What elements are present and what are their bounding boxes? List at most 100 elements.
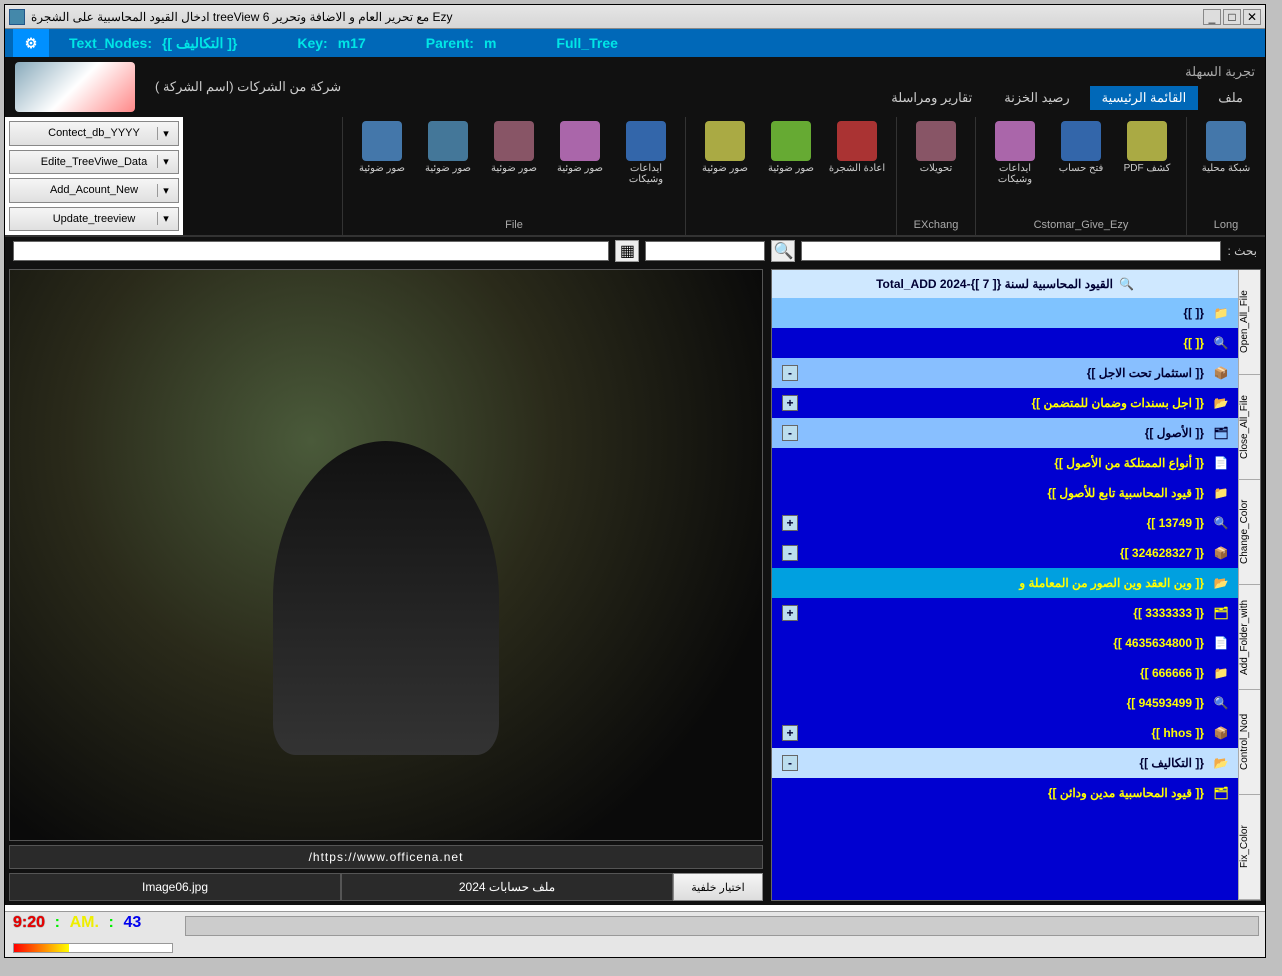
- vtab-1[interactable]: Close_All_File: [1239, 375, 1260, 480]
- search-button[interactable]: 🔍: [771, 240, 795, 262]
- full-tree-label[interactable]: Full_Tree: [556, 35, 617, 51]
- main-tab-1[interactable]: القائمة الرئيسية: [1090, 86, 1199, 110]
- logo-image: [15, 62, 135, 112]
- main-tab-3[interactable]: تقارير ومراسلة: [879, 86, 984, 110]
- tree-node-3[interactable]: 📂{[ اجل بسندات وضمان للمتضمن ]}+: [772, 388, 1238, 418]
- vtab-4[interactable]: Control_Nod: [1239, 690, 1260, 795]
- left-button-3[interactable]: Update_treeview: [9, 207, 179, 232]
- ribbon-item-4-1[interactable]: صور ضوئية: [551, 121, 609, 174]
- ribbon-item-1-1[interactable]: فتح حساب: [1052, 121, 1110, 174]
- ribbon-item-icon: [705, 121, 745, 161]
- tree-panel: Open_All_FileClose_All_FileChange_ColorA…: [771, 269, 1261, 901]
- main-tab-0[interactable]: ملف: [1206, 86, 1255, 110]
- folder-icon: 📁: [1210, 662, 1232, 684]
- ribbon-item-0-0[interactable]: شبكة محلية: [1197, 121, 1255, 174]
- vertical-tabs: Open_All_FileClose_All_FileChange_ColorA…: [1238, 270, 1260, 900]
- clock-sec: 43: [123, 914, 141, 931]
- tree-node-12[interactable]: 📁{[ 666666 ]}: [772, 658, 1238, 688]
- ribbon-item-3-1[interactable]: صور ضوئية: [762, 121, 820, 174]
- tree-node-8[interactable]: 📦{[ 324628327 ]}-: [772, 538, 1238, 568]
- ribbon-item-4-2[interactable]: صور ضوئية: [485, 121, 543, 174]
- tree-node-10[interactable]: 🗂{[ 3333333 ]}+: [772, 598, 1238, 628]
- tree-node-label: {[ hhos ]}: [798, 726, 1204, 740]
- tree-node-label: {[ الأصول ]}: [798, 426, 1204, 440]
- tree-toggle[interactable]: -: [782, 755, 798, 771]
- folder-icon: 📂: [1210, 392, 1232, 414]
- tree-node-label: {[ 13749 ]}: [798, 516, 1204, 530]
- clock-sep2: :: [109, 914, 114, 931]
- tree-node-16[interactable]: 🗂{[ قيود المحاسبية مدين ودائن ]}: [772, 778, 1238, 808]
- search-input-3[interactable]: [13, 241, 609, 261]
- minimize-button[interactable]: _: [1203, 9, 1221, 25]
- ribbon-item-icon: [916, 121, 956, 161]
- search-input-1[interactable]: [801, 241, 1221, 261]
- ribbon-item-1-2[interactable]: ايداعات وشيكات: [986, 121, 1044, 185]
- ribbon-item-icon: [1206, 121, 1246, 161]
- folder-icon: 📄: [1210, 632, 1232, 654]
- vtab-2[interactable]: Change_Color: [1239, 480, 1260, 585]
- company-name: شركة من الشركات (اسم الشركة ): [155, 79, 341, 95]
- tree-node-label: {[ 4635634800 ]}: [778, 636, 1204, 650]
- status-bar: 9:20 : AM. : 43: [5, 911, 1265, 957]
- folder-icon: 📂: [1210, 752, 1232, 774]
- keypad-button[interactable]: ▦: [615, 240, 639, 262]
- ribbon-item-label: شبكة محلية: [1202, 163, 1251, 174]
- search-input-2[interactable]: [645, 241, 765, 261]
- ribbon-item-4-3[interactable]: صور ضوئية: [419, 121, 477, 174]
- ribbon-item-3-2[interactable]: صور ضوئية: [696, 121, 754, 174]
- ribbon-item-4-0[interactable]: ايداعات وشيكات: [617, 121, 675, 185]
- tree-node-11[interactable]: 📄 {[ 4635634800 ]}: [772, 628, 1238, 658]
- tree-toggle[interactable]: +: [782, 395, 798, 411]
- file-label: ملف حسابات 2024: [341, 873, 673, 901]
- demo-label: تجربة السهلة: [1185, 64, 1255, 80]
- tree-node-5[interactable]: 📄{[ أنواع الممتلكة من الأصول ]}: [772, 448, 1238, 478]
- tree-toggle[interactable]: -: [782, 365, 798, 381]
- ribbon-item-icon: [995, 121, 1035, 161]
- tree-node-9[interactable]: 📂{[ وين العقد وين الصور من المعاملة و: [772, 568, 1238, 598]
- tree-node-1[interactable]: 🔍{[ ]}: [772, 328, 1238, 358]
- tree-node-13[interactable]: 🔍{[ 94593499 ]}: [772, 688, 1238, 718]
- tree-toggle[interactable]: +: [782, 605, 798, 621]
- gear-button[interactable]: ⚙: [13, 29, 49, 57]
- clock-time: 9:20: [13, 914, 45, 931]
- ribbon-item-3-0[interactable]: اعادة الشجرة: [828, 121, 886, 174]
- vtab-5[interactable]: Fix_Color: [1239, 795, 1260, 900]
- tree-toggle[interactable]: -: [782, 545, 798, 561]
- ribbon-item-4-4[interactable]: صور ضوئية: [353, 121, 411, 174]
- tree-node-15[interactable]: 📂{[ التكاليف ]}-: [772, 748, 1238, 778]
- tree-node-0[interactable]: 📁{[ ]}: [772, 298, 1238, 328]
- tree-toggle[interactable]: +: [782, 725, 798, 741]
- ribbon-header: شركة من الشركات (اسم الشركة ) تجربة السه…: [5, 57, 1265, 117]
- tree-toggle[interactable]: +: [782, 515, 798, 531]
- tree-body[interactable]: 📁{[ ]}🔍{[ ]}📦{[ استثمار تحت الاجل ]}-📂{[…: [772, 298, 1238, 900]
- magnifier-icon: 🔍: [1119, 277, 1134, 291]
- vtab-3[interactable]: Add_Folder_with: [1239, 585, 1260, 690]
- vtab-0[interactable]: Open_All_File: [1239, 270, 1260, 375]
- left-button-2[interactable]: Add_Acount_New: [9, 178, 179, 203]
- ribbon-item-label: صور ضوئية: [557, 163, 603, 174]
- tree-node-4[interactable]: 🗂{[ الأصول ]}-: [772, 418, 1238, 448]
- tree-node-14[interactable]: 📦{[ hhos ]}+: [772, 718, 1238, 748]
- tree-node-2[interactable]: 📦{[ استثمار تحت الاجل ]}-: [772, 358, 1238, 388]
- maximize-button[interactable]: □: [1223, 9, 1241, 25]
- folder-icon: 📁: [1210, 302, 1232, 324]
- tree-header-text: القيود المحاسبية لسنة Total_ADD 2024-{[ …: [876, 277, 1113, 291]
- clock-ampm: AM.: [70, 914, 99, 931]
- close-button[interactable]: ✕: [1243, 9, 1261, 25]
- choose-background-button[interactable]: اختيار خلفية: [673, 873, 763, 901]
- ribbon-item-label: ايداعات وشيكات: [986, 163, 1044, 185]
- parent-label: Parent:: [426, 35, 474, 51]
- tree-node-7[interactable]: 🔍{[ 13749 ]}+: [772, 508, 1238, 538]
- ribbon-item-icon: [1061, 121, 1101, 161]
- folder-icon: 📁: [1210, 482, 1232, 504]
- key-value: m17: [338, 35, 366, 51]
- tree-node-6[interactable]: 📁{[ قيود المحاسبية تابع للأصول ]}: [772, 478, 1238, 508]
- ribbon-item-icon: [494, 121, 534, 161]
- left-button-0[interactable]: Contect_db_YYYY: [9, 121, 179, 146]
- ribbon-item-2-0[interactable]: تحويلات: [907, 121, 965, 174]
- left-button-1[interactable]: Edite_TreeViwe_Data: [9, 150, 179, 175]
- ribbon-item-1-0[interactable]: كشف PDF: [1118, 121, 1176, 174]
- tree-toggle[interactable]: -: [782, 425, 798, 441]
- folder-icon: 📦: [1210, 362, 1232, 384]
- main-tab-2[interactable]: رصيد الخزنة: [992, 86, 1081, 110]
